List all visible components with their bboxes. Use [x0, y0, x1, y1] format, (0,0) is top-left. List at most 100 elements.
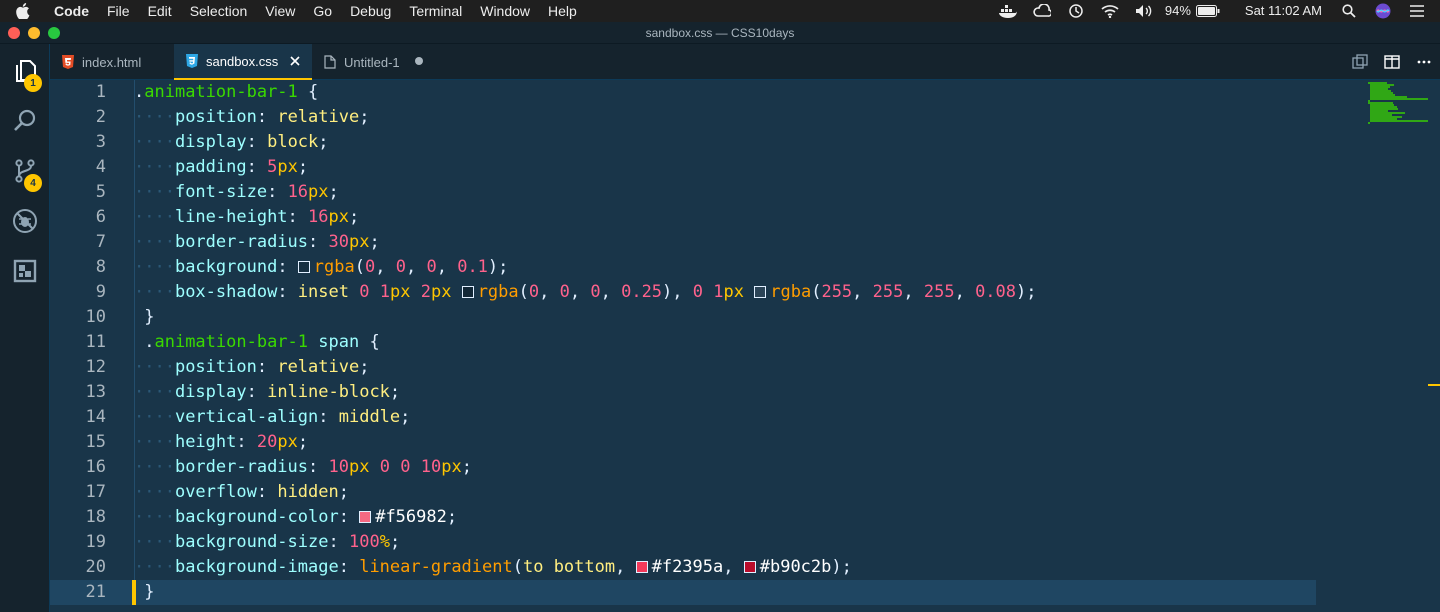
battery-percentage: 94%	[1164, 3, 1191, 18]
line-number: 1	[95, 82, 106, 102]
token-sel: animation-bar-1	[144, 82, 298, 102]
docker-icon[interactable]	[997, 0, 1019, 22]
battery-icon[interactable]	[1195, 0, 1221, 22]
token-num: 16	[308, 207, 329, 227]
menu-debug[interactable]: Debug	[341, 0, 400, 22]
tab-sandbox-css[interactable]: sandbox.css	[174, 44, 312, 80]
volume-icon[interactable]	[1133, 0, 1155, 22]
menu-go[interactable]: Go	[304, 0, 341, 22]
line-number: 8	[95, 257, 106, 277]
apple-icon[interactable]	[16, 0, 36, 22]
code-text: ····border-radius: 30px;	[134, 230, 380, 255]
code-line[interactable]: 14 ····vertical-align: middle;	[50, 405, 1316, 430]
code-line[interactable]: 3 ····display: block;	[50, 130, 1316, 155]
color-swatch[interactable]	[743, 561, 756, 573]
line-number: 16	[85, 457, 106, 477]
code-line[interactable]: 10 }	[50, 305, 1316, 330]
extensions-button[interactable]	[0, 246, 50, 296]
code-text: ····background: rgba(0, 0, 0, 0.1);	[134, 255, 508, 280]
color-swatch[interactable]	[635, 561, 648, 573]
code-line[interactable]: 19 ····background-size: 100%;	[50, 530, 1316, 555]
token-prop: height	[174, 432, 237, 452]
tab-untitled-1[interactable]: Untitled-1	[312, 44, 436, 80]
menu-view[interactable]: View	[256, 0, 304, 22]
split-editor-button[interactable]	[1376, 44, 1408, 80]
color-swatch[interactable]	[297, 261, 310, 273]
color-swatch[interactable]	[461, 286, 474, 298]
token-punct: ,	[723, 557, 744, 577]
code-editor[interactable]: 1 .animation-bar-1 {2 ····position: relati…	[50, 80, 1440, 612]
code-line[interactable]: 6 ····line-height: 16px;	[50, 205, 1316, 230]
token-punct: ;	[328, 182, 339, 202]
token-prop: padding	[174, 157, 247, 177]
menu-window[interactable]: Window	[471, 0, 539, 22]
source-control-button[interactable]: 4	[0, 146, 50, 196]
menu-selection[interactable]: Selection	[181, 0, 257, 22]
token-punct: ,	[852, 282, 873, 302]
code-text: ····overflow: hidden;	[134, 480, 349, 505]
code-line[interactable]: 15 ····height: 20px;	[50, 430, 1316, 455]
close-tab-icon[interactable]	[288, 54, 302, 68]
menu-edit[interactable]: Edit	[139, 0, 181, 22]
minimize-window-button[interactable]	[28, 27, 40, 39]
code-text: ····background-color: #f56982;	[134, 505, 457, 530]
zoom-window-button[interactable]	[48, 27, 60, 39]
token-punct: ,	[436, 257, 458, 277]
editor-tab-bar: index.html sandbox.css Untitled-1	[50, 44, 1440, 80]
code-line[interactable]: 9 ····box-shadow: inset 0 1px 2px rgba(0,…	[50, 280, 1316, 305]
activity-bar: 1 4	[0, 44, 50, 612]
traffic-lights	[8, 27, 68, 39]
overview-ruler-marker	[1428, 384, 1440, 386]
token-punct: ;	[369, 232, 380, 252]
code-text: }	[134, 305, 154, 330]
color-swatch[interactable]	[359, 511, 372, 523]
notification-center-icon[interactable]	[1406, 0, 1428, 22]
token-prop: font-size	[174, 182, 268, 202]
code-line[interactable]: 1 .animation-bar-1 {	[50, 80, 1316, 105]
more-actions-button[interactable]	[1408, 44, 1440, 80]
code-line[interactable]: 5 ····font-size: 16px;	[50, 180, 1316, 205]
close-window-button[interactable]	[8, 27, 20, 39]
code-line[interactable]: 11 .animation-bar-1 span {	[50, 330, 1316, 355]
token-num: 0.1	[457, 257, 488, 277]
spotlight-search-icon[interactable]	[1338, 0, 1360, 22]
code-line[interactable]: 20 ····background-image: linear-gradient(…	[50, 555, 1316, 580]
line-number: 21	[85, 582, 106, 602]
tab-index-html[interactable]: index.html	[50, 44, 174, 80]
code-line[interactable]: 12 ····position: relative;	[50, 355, 1316, 380]
debug-button[interactable]	[0, 196, 50, 246]
unsaved-dot-icon[interactable]	[412, 54, 426, 68]
menu-app-name[interactable]: Code	[50, 0, 98, 22]
explorer-badge: 1	[24, 74, 42, 92]
menu-help[interactable]: Help	[539, 0, 586, 22]
token-punct: ;	[461, 457, 472, 477]
code-line[interactable]: 2 ····position: relative;	[50, 105, 1316, 130]
time-machine-icon[interactable]	[1065, 0, 1087, 22]
token-punct: }	[134, 307, 155, 327]
token-punct: ;	[318, 132, 329, 152]
code-line[interactable]: 21 }	[50, 580, 1316, 605]
code-line[interactable]: 13 ····display: inline-block;	[50, 380, 1316, 405]
menu-terminal[interactable]: Terminal	[400, 0, 471, 22]
search-button[interactable]	[0, 96, 50, 146]
color-swatch[interactable]	[754, 286, 767, 298]
wifi-icon[interactable]	[1099, 0, 1121, 22]
siri-icon[interactable]	[1372, 0, 1394, 22]
code-text: ····font-size: 16px;	[134, 180, 339, 205]
open-changes-button[interactable]	[1344, 44, 1376, 80]
token-num: 0	[395, 257, 406, 277]
code-line[interactable]: 17 ····overflow: hidden;	[50, 480, 1316, 505]
code-text: ····box-shadow: inset 0 1px 2px rgba(0, …	[134, 280, 1037, 305]
code-line[interactable]: 8 ····background: rgba(0, 0, 0, 0.1);	[50, 255, 1316, 280]
menu-file[interactable]: File	[98, 0, 139, 22]
code-line[interactable]: 4 ····padding: 5px;	[50, 155, 1316, 180]
explorer-button[interactable]: 1	[0, 46, 50, 96]
code-line[interactable]: 16 ····border-radius: 10px 0 0 10px;	[50, 455, 1316, 480]
token-val: inline-block	[267, 382, 390, 402]
menubar-clock[interactable]: Sat 11:02 AM	[1241, 0, 1326, 22]
minimap[interactable]	[1316, 80, 1428, 612]
code-line[interactable]: 7 ····border-radius: 30px;	[50, 230, 1316, 255]
css3-icon	[184, 53, 200, 69]
code-line[interactable]: 18 ····background-color: #f56982;	[50, 505, 1316, 530]
creative-cloud-icon[interactable]	[1031, 0, 1053, 22]
